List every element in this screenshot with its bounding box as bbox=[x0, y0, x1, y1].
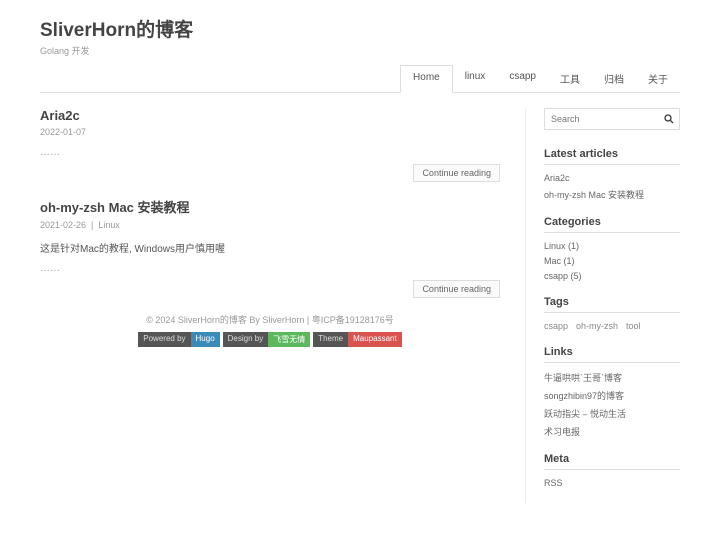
article-title[interactable]: oh-my-zsh Mac 安装教程 bbox=[40, 197, 500, 216]
widget-title: Tags bbox=[544, 296, 680, 313]
search-icon[interactable] bbox=[663, 113, 675, 125]
list-item[interactable]: oh-my-zsh Mac 安装教程 bbox=[544, 188, 680, 201]
badge-value: 飞雪无情 bbox=[268, 332, 310, 347]
nav-tools[interactable]: 工具 bbox=[548, 65, 592, 92]
badge-label: Design by bbox=[223, 332, 269, 347]
nav-archive[interactable]: 归档 bbox=[592, 65, 636, 92]
main-content: Aria2c 2022-01-07 …… Continue reading oh… bbox=[40, 108, 500, 503]
badge-label: Theme bbox=[313, 332, 348, 347]
list-item[interactable]: csapp (5) bbox=[544, 271, 680, 281]
article-more: …… bbox=[40, 263, 500, 274]
list-item[interactable]: songzhibin97的博客 bbox=[544, 389, 680, 402]
widget-links: Links 牛逼哄哄`王哥`博客 songzhibin97的博客 跃动指尖 – … bbox=[544, 346, 680, 438]
list-item[interactable]: Linux (1) bbox=[544, 241, 680, 251]
main-nav: Home linux csapp 工具 归档 关于 bbox=[40, 65, 680, 93]
article: Aria2c 2022-01-07 …… Continue reading bbox=[40, 108, 500, 182]
widget-title: Latest articles bbox=[544, 148, 680, 165]
search-input[interactable] bbox=[544, 108, 680, 130]
badge-value: Maupassant bbox=[348, 332, 402, 347]
continue-reading-button[interactable]: Continue reading bbox=[413, 164, 500, 182]
article-title[interactable]: Aria2c bbox=[40, 108, 500, 123]
site-title[interactable]: SliverHorn的博客 bbox=[40, 15, 680, 42]
list-item[interactable]: 术习电报 bbox=[544, 425, 680, 438]
nav-about[interactable]: 关于 bbox=[636, 65, 680, 92]
continue-reading-button[interactable]: Continue reading bbox=[413, 280, 500, 298]
list-item[interactable]: Aria2c bbox=[544, 173, 680, 183]
article-excerpt: 这是针对Mac的教程, Windows用户慎用喔 bbox=[40, 240, 500, 255]
badge-design[interactable]: Design by 飞雪无情 bbox=[223, 332, 311, 347]
article-date: 2022-01-07 bbox=[40, 127, 86, 137]
widget-meta: Meta RSS bbox=[544, 453, 680, 488]
article-meta: 2022-01-07 bbox=[40, 127, 500, 137]
article-meta: 2021-02-26 | Linux bbox=[40, 220, 500, 230]
list-item[interactable]: 跃动指尖 – 悦动生活 bbox=[544, 407, 680, 420]
widget-title: Categories bbox=[544, 216, 680, 233]
copyright: © 2024 SliverHorn的博客 By SliverHorn | 粤IC… bbox=[40, 313, 500, 326]
badge-value: Hugo bbox=[191, 332, 220, 347]
list-item[interactable]: RSS bbox=[544, 478, 680, 488]
article-date: 2021-02-26 bbox=[40, 220, 86, 230]
badge-theme[interactable]: Theme Maupassant bbox=[313, 332, 402, 347]
nav-linux[interactable]: linux bbox=[453, 65, 498, 92]
tag[interactable]: oh-my-zsh bbox=[576, 321, 618, 331]
widget-latest: Latest articles Aria2c oh-my-zsh Mac 安装教… bbox=[544, 148, 680, 201]
article-more: …… bbox=[40, 147, 500, 158]
site-tagline: Golang 开发 bbox=[40, 44, 680, 57]
tag[interactable]: csapp bbox=[544, 321, 568, 331]
nav-csapp[interactable]: csapp bbox=[497, 65, 548, 92]
widget-title: Links bbox=[544, 346, 680, 363]
article-category[interactable]: Linux bbox=[98, 220, 120, 230]
badge-label: Powered by bbox=[138, 332, 190, 347]
nav-home[interactable]: Home bbox=[400, 65, 453, 93]
footer: © 2024 SliverHorn的博客 By SliverHorn | 粤IC… bbox=[40, 313, 500, 347]
tag[interactable]: tool bbox=[626, 321, 641, 331]
widget-categories: Categories Linux (1) Mac (1) csapp (5) bbox=[544, 216, 680, 281]
sidebar: Latest articles Aria2c oh-my-zsh Mac 安装教… bbox=[525, 108, 680, 503]
badge-hugo[interactable]: Powered by Hugo bbox=[138, 332, 219, 347]
widget-tags: Tags csapp oh-my-zsh tool bbox=[544, 296, 680, 331]
list-item[interactable]: Mac (1) bbox=[544, 256, 680, 266]
widget-title: Meta bbox=[544, 453, 680, 470]
article: oh-my-zsh Mac 安装教程 2021-02-26 | Linux 这是… bbox=[40, 197, 500, 298]
list-item[interactable]: 牛逼哄哄`王哥`博客 bbox=[544, 371, 680, 384]
